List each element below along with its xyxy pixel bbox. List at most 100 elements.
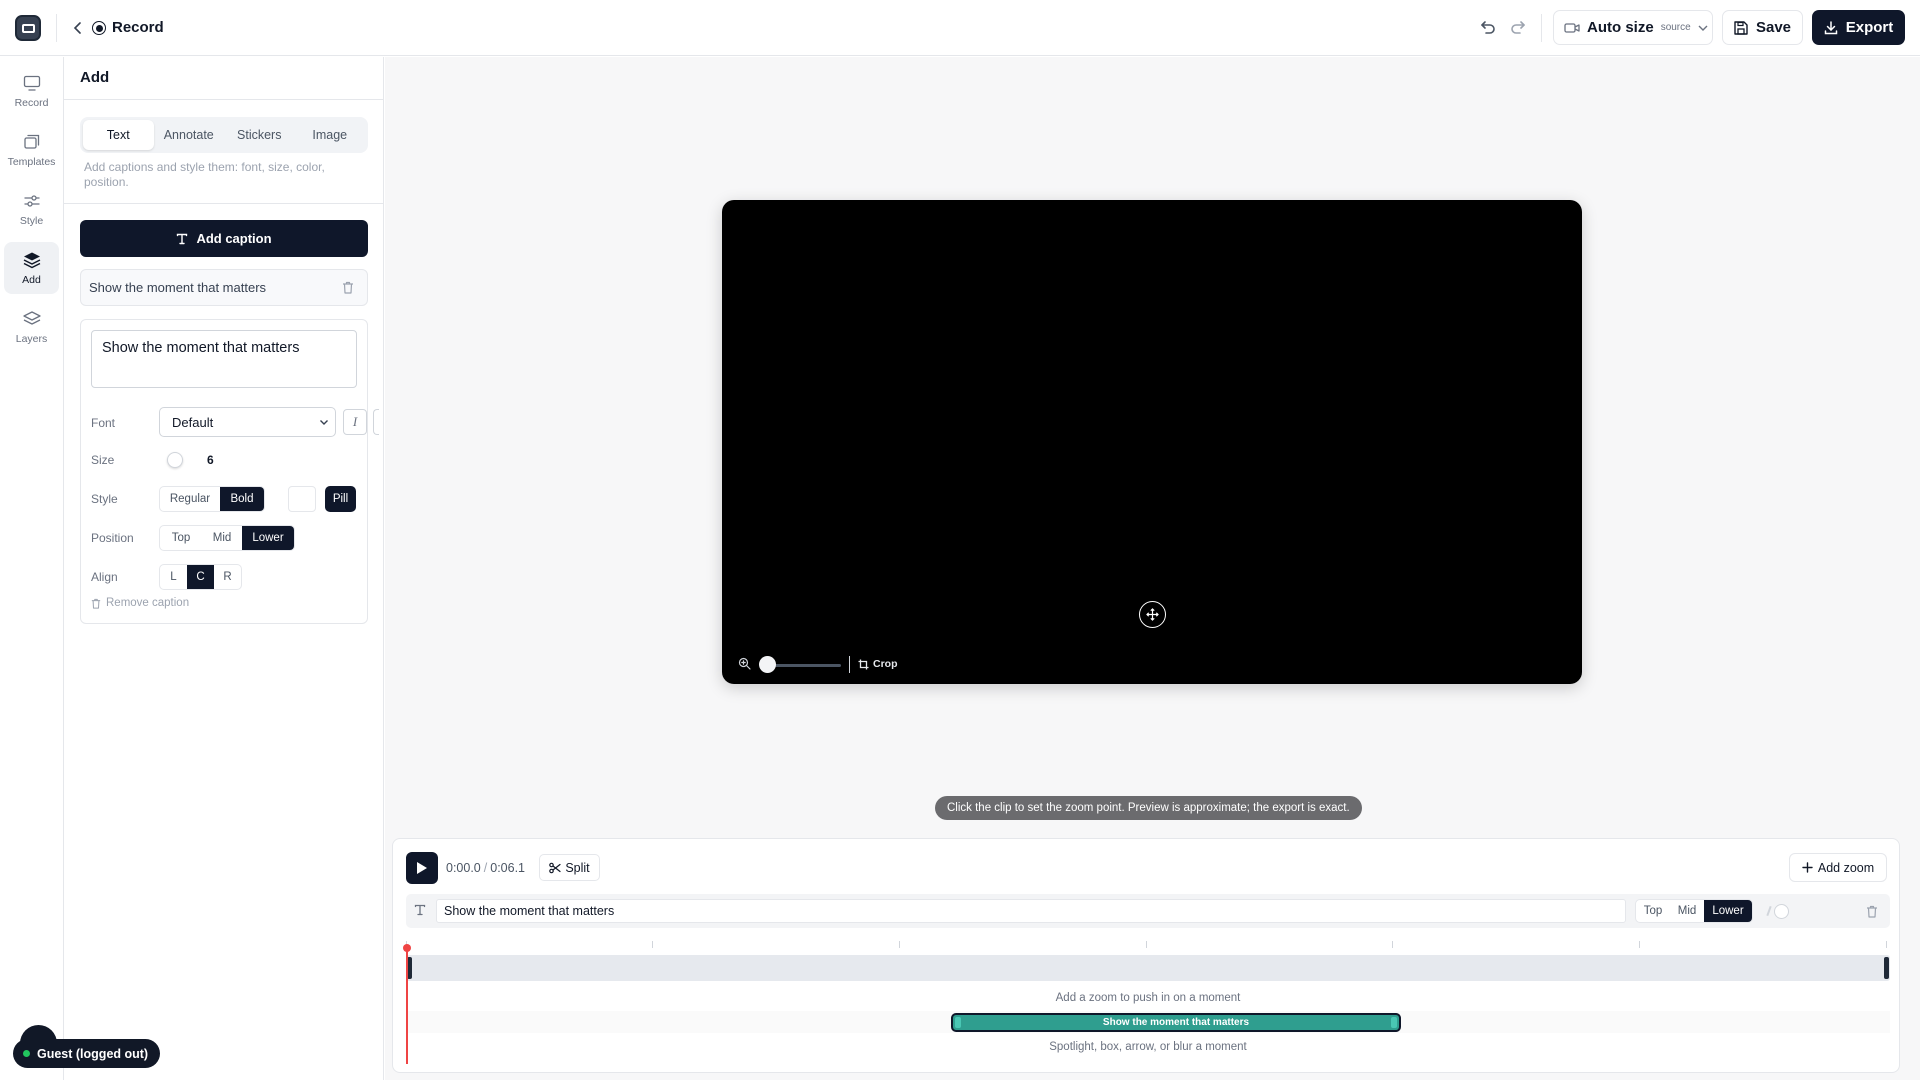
tab-image[interactable]: Image [295, 120, 366, 150]
position-top-button[interactable]: Top [1636, 900, 1670, 922]
tab-text[interactable]: Text [83, 120, 154, 150]
toggle-knob[interactable] [1774, 904, 1789, 919]
crop-button[interactable]: Crop [858, 658, 898, 670]
ruler-tick [652, 941, 653, 948]
trash-icon[interactable] [1866, 905, 1878, 918]
download-icon [1824, 20, 1838, 35]
redo-icon[interactable] [1508, 17, 1530, 39]
italic-button[interactable]: I [343, 409, 367, 435]
save-label: Save [1755, 19, 1792, 36]
ruler-tick [1886, 941, 1887, 948]
add-caption-label: Add caption [196, 231, 272, 246]
crop-icon [858, 659, 869, 670]
auto-size-label: Auto size [1587, 19, 1654, 36]
rail-item-add[interactable]: Add [4, 242, 59, 294]
panel-help-text: Add captions and style them: font, size,… [84, 160, 325, 189]
text-icon [414, 904, 426, 916]
remove-caption-label: Remove caption [106, 597, 190, 609]
zoom-slider-knob[interactable] [759, 656, 776, 673]
app-logo-icon[interactable] [15, 15, 41, 41]
style-label: Style [91, 492, 118, 506]
trash-icon[interactable] [342, 281, 354, 294]
align-center-button[interactable]: C [187, 565, 214, 589]
panel-title: Add [80, 69, 110, 86]
font-value: Default [172, 414, 214, 430]
font-select[interactable]: Default [159, 407, 336, 437]
zoom-lane[interactable]: Add a zoom to push in on a moment [406, 987, 1890, 1009]
video-preview[interactable]: Crop [722, 200, 1582, 684]
ruler-tick [1392, 941, 1393, 948]
zoom-point-move-icon[interactable] [1139, 601, 1166, 628]
position-lower-button[interactable]: Lower [1704, 900, 1752, 922]
overflow-button[interactable] [373, 409, 379, 435]
caption-clip[interactable]: Show the moment that matters [951, 1013, 1401, 1032]
zoom-slider-track[interactable] [766, 664, 841, 667]
back-chevron-icon[interactable] [70, 18, 86, 38]
toggle-track [1766, 905, 1772, 917]
size-slider-knob[interactable] [167, 452, 183, 468]
crop-label: Crop [873, 658, 898, 670]
position-mid-button[interactable]: Mid [202, 526, 242, 550]
text-icon [176, 233, 188, 245]
online-status-icon [23, 1050, 30, 1057]
color-swatch[interactable] [288, 486, 316, 512]
scissors-icon [549, 862, 561, 874]
font-label: Font [91, 416, 116, 430]
timeline-ruler [406, 941, 1890, 949]
add-zoom-button[interactable]: Add zoom [1789, 853, 1887, 882]
caption-list-item[interactable]: Show the moment that matters [80, 269, 368, 306]
align-toggle: L C R [159, 564, 242, 590]
position-mid-button[interactable]: Mid [1670, 900, 1704, 922]
rail-item-record[interactable]: Record [4, 65, 59, 117]
split-label: Split [565, 860, 590, 875]
rail-item-label: Record [14, 97, 49, 109]
position-lower-button[interactable]: Lower [242, 526, 294, 550]
page-title[interactable]: Record [112, 19, 164, 36]
zoom-hint-tooltip: Click the clip to set the zoom point. Pr… [935, 796, 1362, 820]
divider [849, 656, 850, 673]
rail-item-templates[interactable]: Templates [4, 124, 59, 176]
playhead[interactable] [403, 944, 411, 1064]
export-label: Export [1845, 19, 1894, 36]
video-camera-icon [1564, 22, 1580, 34]
style-bold-button[interactable]: Bold [220, 487, 264, 511]
position-top-button[interactable]: Top [160, 526, 202, 550]
layers-icon [22, 309, 42, 329]
caption-text-field[interactable] [91, 330, 357, 388]
user-status-badge[interactable]: Guest (logged out) [13, 1039, 161, 1068]
ruler-tick [899, 941, 900, 948]
current-time: 0:00.0 [446, 861, 481, 875]
tab-stickers[interactable]: Stickers [224, 120, 295, 150]
ruler-tick [1639, 941, 1640, 948]
style-regular-button[interactable]: Regular [160, 487, 220, 511]
export-button[interactable]: Export [1812, 10, 1905, 45]
size-value: 6 [207, 453, 214, 467]
align-right-button[interactable]: R [214, 565, 241, 589]
save-button[interactable]: Save [1722, 10, 1803, 45]
timeline-position-toggle: Top Mid Lower [1635, 899, 1753, 923]
split-button[interactable]: Split [539, 854, 600, 881]
trim-handle-end[interactable] [1884, 957, 1889, 979]
undo-icon[interactable] [1476, 17, 1498, 39]
auto-size-dropdown[interactable]: Auto size source [1553, 10, 1713, 45]
rail-item-label: Add [22, 274, 41, 286]
video-track[interactable] [406, 955, 1890, 981]
rail-item-label: Templates [7, 156, 56, 168]
position-label: Position [91, 531, 134, 545]
add-caption-button[interactable]: Add caption [80, 220, 368, 257]
align-left-button[interactable]: L [160, 565, 187, 589]
rail-item-style[interactable]: Style [4, 183, 59, 235]
divider [56, 14, 57, 42]
play-button[interactable] [406, 852, 438, 884]
tab-annotate[interactable]: Annotate [154, 120, 225, 150]
remove-caption-button[interactable]: Remove caption [91, 597, 189, 609]
caption-editor: Font Default I Size 6 Style Regular Bold… [80, 319, 379, 624]
rail-item-layers[interactable]: Layers [4, 301, 59, 353]
divider [64, 203, 384, 204]
trash-icon [91, 598, 101, 609]
divider [1541, 14, 1542, 42]
pill-button[interactable]: Pill [325, 486, 356, 512]
annotation-lane[interactable]: Spotlight, box, arrow, or blur a moment [406, 1036, 1890, 1058]
caption-inline-input[interactable]: Show the moment that matters [436, 899, 1626, 923]
style-toggle: Regular Bold [159, 486, 265, 512]
